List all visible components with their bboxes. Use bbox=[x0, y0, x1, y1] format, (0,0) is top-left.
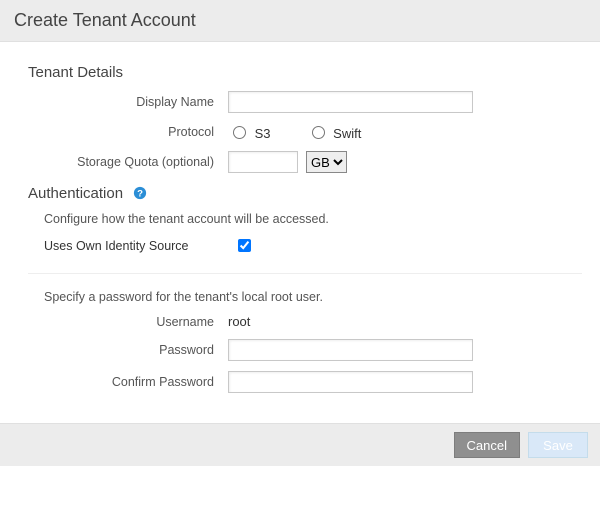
confirm-password-input[interactable] bbox=[228, 371, 473, 393]
dialog-title: Create Tenant Account bbox=[14, 10, 586, 31]
display-name-row: Display Name bbox=[28, 91, 582, 113]
authentication-title: Authentication ? bbox=[28, 185, 582, 202]
own-identity-label: Uses Own Identity Source bbox=[44, 239, 234, 253]
protocol-label: Protocol bbox=[28, 125, 228, 139]
section-divider bbox=[28, 273, 582, 274]
storage-quota-unit-select[interactable]: GB bbox=[306, 151, 347, 173]
svg-text:?: ? bbox=[137, 189, 143, 200]
protocol-radio-swift[interactable] bbox=[312, 126, 325, 139]
authentication-description: Configure how the tenant account will be… bbox=[44, 212, 582, 226]
storage-quota-row: Storage Quota (optional) GB bbox=[28, 151, 582, 173]
username-value: root bbox=[228, 314, 250, 329]
protocol-radio-s3-label[interactable]: S3 bbox=[228, 123, 271, 141]
dialog-body: Tenant Details Display Name Protocol S3 … bbox=[0, 42, 600, 423]
protocol-s3-text: S3 bbox=[255, 126, 271, 141]
password-label: Password bbox=[28, 343, 228, 357]
authentication-title-text: Authentication bbox=[28, 185, 123, 202]
protocol-radio-s3[interactable] bbox=[233, 126, 246, 139]
storage-quota-input[interactable] bbox=[228, 151, 298, 173]
protocol-row: Protocol S3 Swift bbox=[28, 123, 582, 141]
display-name-label: Display Name bbox=[28, 95, 228, 109]
password-row: Password bbox=[28, 339, 582, 361]
dialog-header: Create Tenant Account bbox=[0, 0, 600, 42]
tenant-details-title: Tenant Details bbox=[28, 64, 582, 81]
protocol-swift-text: Swift bbox=[333, 126, 361, 141]
cancel-button[interactable]: Cancel bbox=[454, 432, 520, 458]
root-user-description: Specify a password for the tenant's loca… bbox=[44, 290, 582, 304]
help-icon[interactable]: ? bbox=[133, 186, 147, 200]
confirm-password-row: Confirm Password bbox=[28, 371, 582, 393]
display-name-input[interactable] bbox=[228, 91, 473, 113]
username-label: Username bbox=[28, 315, 228, 329]
protocol-radio-swift-label[interactable]: Swift bbox=[307, 123, 362, 141]
storage-quota-label: Storage Quota (optional) bbox=[28, 155, 228, 169]
confirm-password-label: Confirm Password bbox=[28, 375, 228, 389]
own-identity-checkbox[interactable] bbox=[238, 239, 251, 252]
password-input[interactable] bbox=[228, 339, 473, 361]
save-button[interactable]: Save bbox=[528, 432, 588, 458]
dialog-footer: Cancel Save bbox=[0, 423, 600, 466]
own-identity-row: Uses Own Identity Source bbox=[44, 236, 582, 255]
username-row: Username root bbox=[28, 314, 582, 329]
